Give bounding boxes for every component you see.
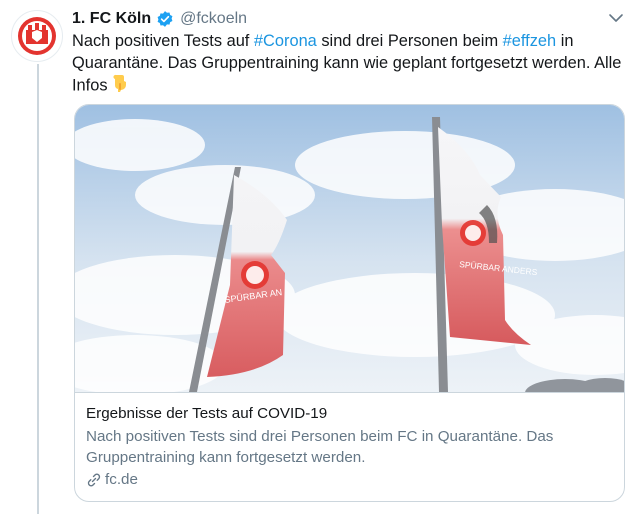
hashtag-corona[interactable]: #Corona: [254, 32, 317, 50]
thread-line: [37, 64, 39, 514]
link-card[interactable]: SPÜRBAR AN SPÜRBAR ANDERS Ergebnisse der…: [74, 104, 625, 502]
verified-badge-icon: [156, 10, 174, 28]
card-title[interactable]: Ergebnisse der Tests auf COVID-19: [86, 405, 327, 422]
card-domain-text: fc.de: [105, 471, 138, 488]
pointing-down-emoji: [112, 74, 128, 99]
author-handle[interactable]: @fckoeln: [180, 10, 247, 28]
card-description: Nach positiven Tests sind drei Personen …: [86, 428, 554, 466]
chevron-down-icon[interactable]: [606, 8, 626, 28]
card-domain[interactable]: fc.de: [86, 471, 138, 488]
tweet-header: 1. FC Köln @fckoeln: [72, 8, 247, 30]
tweet-text-part: Nach positiven Tests auf: [72, 32, 254, 50]
tweet-text: Nach positiven Tests auf #Corona sind dr…: [72, 31, 628, 99]
link-icon: [87, 473, 101, 486]
club-logo: [13, 12, 61, 60]
author-name[interactable]: 1. FC Köln: [72, 10, 151, 28]
avatar[interactable]: [11, 10, 63, 62]
hashtag-effzeh[interactable]: #effzeh: [503, 32, 556, 50]
card-divider: [75, 392, 624, 393]
tweet-text-part: sind drei Personen beim: [316, 32, 503, 50]
card-image: SPÜRBAR AN SPÜRBAR ANDERS: [75, 105, 624, 392]
